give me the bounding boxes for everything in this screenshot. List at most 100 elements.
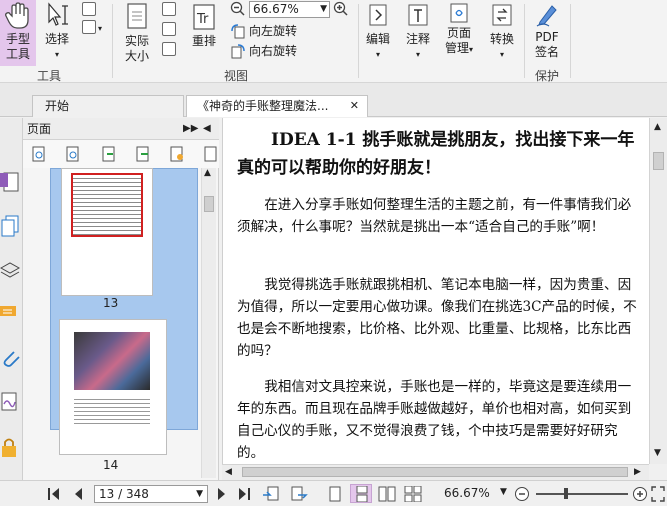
scroll-down-icon[interactable]: ▼: [654, 448, 661, 458]
reflow-button[interactable]: Tr 重排: [186, 0, 222, 66]
page-number-label: 13: [103, 296, 119, 310]
convert-button[interactable]: 转换 ▾: [486, 0, 518, 66]
edit-icon: [369, 4, 387, 26]
cursor-text-icon: [48, 2, 68, 26]
scroll-up-icon[interactable]: ▲: [204, 168, 211, 178]
hand-tool-button[interactable]: 手型 工具: [0, 0, 36, 66]
extract-page-icon[interactable]: [135, 146, 151, 162]
comments-icon[interactable]: [0, 302, 20, 326]
lock-icon[interactable]: [0, 436, 20, 460]
zoom-slider[interactable]: [536, 488, 628, 499]
previous-page-icon[interactable]: [70, 486, 86, 502]
clipboard-dropdown-icon[interactable]: ▾: [98, 21, 102, 36]
fit-width-icon[interactable]: [162, 22, 176, 36]
annotate-button[interactable]: 注释 ▾: [402, 0, 434, 66]
chevron-down-icon[interactable]: ▼: [320, 2, 327, 17]
fit-visible-icon[interactable]: [162, 42, 176, 56]
zoom-level-text: 66.67%: [444, 486, 490, 500]
layers-copy-icon[interactable]: [0, 214, 20, 238]
next-view-icon[interactable]: [290, 486, 308, 502]
first-page-icon[interactable]: [46, 486, 62, 502]
zoom-in-icon[interactable]: [333, 1, 349, 17]
zoom-input[interactable]: 66.67% ▼: [249, 1, 330, 18]
previous-view-icon[interactable]: [262, 486, 280, 502]
edit-label: 编辑: [365, 32, 390, 46]
zoom-in-icon[interactable]: [632, 486, 648, 502]
scroll-right-icon[interactable]: ▶: [634, 467, 641, 477]
scroll-left-icon[interactable]: ◀: [225, 467, 232, 477]
rotate-right-label: 向右旋转: [249, 44, 298, 58]
scroll-up-icon[interactable]: ▲: [654, 122, 661, 132]
chevron-down-icon[interactable]: ▼: [196, 486, 203, 502]
scroll-thumb[interactable]: [653, 152, 664, 170]
zoom-in-page-icon[interactable]: [65, 146, 81, 162]
zoom-slider-handle[interactable]: [564, 488, 568, 499]
page-number-label: 14: [103, 458, 119, 472]
thumbnail-caption: [74, 396, 150, 426]
single-page-view-icon[interactable]: [328, 486, 342, 502]
zoom-dropdown-icon[interactable]: ▼: [500, 487, 507, 497]
select-button[interactable]: 选择 ▾: [40, 0, 74, 66]
tab-start[interactable]: 开始: [32, 95, 184, 117]
collapse-panel-icon[interactable]: ◀: [203, 118, 211, 140]
snapshot-icon[interactable]: [82, 2, 96, 16]
more-page-tools-icon[interactable]: [203, 146, 219, 162]
layers-icon[interactable]: [0, 258, 20, 282]
page-number-input[interactable]: 13 / 348 ▼: [94, 485, 208, 503]
actual-size-label-1: 实际: [124, 34, 149, 48]
navigation-sidebar: [0, 118, 23, 480]
add-page-icon[interactable]: [169, 146, 185, 162]
view-group-label: 视图: [224, 69, 249, 83]
pdf-sign-button[interactable]: PDF 签名: [528, 0, 566, 66]
ribbon-toolbar: 手型 工具 选择 ▾ ▾ 工具 实际 大小 Tr 重排 66.67% ▼ 向左旋…: [0, 0, 667, 83]
close-icon[interactable]: ✕: [350, 96, 359, 116]
facing-view-icon[interactable]: [378, 486, 396, 502]
continuous-view-button[interactable]: [350, 484, 372, 503]
tools-group-label: 工具: [37, 69, 62, 83]
status-bar: 13 / 348 ▼ 66.67% ▼: [0, 480, 667, 506]
scroll-thumb[interactable]: [242, 467, 628, 477]
zoom-out-page-icon[interactable]: [31, 146, 47, 162]
tab-document-label: 《神奇的手账整理魔法...: [197, 99, 329, 113]
page-number-value: 13 / 348: [99, 487, 149, 501]
page-thumbnail-13[interactable]: [61, 168, 153, 296]
zoom-out-icon[interactable]: [230, 1, 246, 17]
actual-size-button[interactable]: 实际 大小: [118, 0, 156, 66]
page-thumbnail-panel: 页面 ▶▶ ◀ 13 14 ▲: [23, 118, 219, 480]
annotate-label: 注释: [405, 32, 430, 46]
tab-start-label: 开始: [45, 99, 70, 113]
document-vertical-scrollbar[interactable]: ▲ ▼: [649, 118, 667, 464]
zoom-out-icon[interactable]: [514, 486, 530, 502]
attachment-icon[interactable]: [0, 346, 20, 370]
pdf-sign-label-2: 签名: [534, 45, 559, 59]
last-page-icon[interactable]: [236, 486, 252, 502]
signature-icon[interactable]: [0, 390, 20, 414]
pdf-sign-label-1: PDF: [535, 30, 559, 44]
clipboard-icon[interactable]: [82, 20, 96, 34]
reflow-icon: Tr: [193, 4, 215, 30]
panel-title: 页面: [27, 122, 52, 136]
annotate-icon: [408, 4, 428, 26]
next-page-icon[interactable]: [214, 486, 230, 502]
document-view[interactable]: IDEA 1-1 挑手账就是挑朋友，找出接下来一年真的可以帮助你的好朋友！ 在进…: [222, 118, 649, 464]
page-manage-button[interactable]: 页面 管理▾: [440, 0, 478, 66]
page-thumbnail-14[interactable]: [59, 319, 167, 455]
svg-text:Tr: Tr: [196, 12, 209, 27]
pages-icon[interactable]: [0, 170, 20, 194]
panel-scrollbar[interactable]: ▲: [201, 168, 216, 478]
fullscreen-icon[interactable]: [651, 486, 665, 502]
panel-toolbar: [23, 140, 219, 168]
document-horizontal-scrollbar[interactable]: ◀ ▶: [222, 464, 649, 480]
page-title: IDEA 1-1 挑手账就是挑朋友，找出接下来一年真的可以帮助你的好朋友！: [237, 130, 635, 178]
insert-page-icon[interactable]: [101, 146, 117, 162]
reflow-label: 重排: [191, 34, 216, 48]
expand-panel-icon[interactable]: ▶▶: [183, 118, 198, 140]
hand-icon: [5, 2, 29, 29]
tab-document[interactable]: 《神奇的手账整理魔法... ✕: [186, 95, 368, 117]
scroll-thumb[interactable]: [204, 196, 214, 212]
continuous-facing-view-icon[interactable]: [404, 486, 422, 502]
document-tab-bar: 开始 《神奇的手账整理魔法... ✕: [0, 83, 667, 117]
edit-button[interactable]: 编辑 ▾: [362, 0, 394, 66]
fit-page-icon[interactable]: [162, 2, 176, 16]
hand-tool-label-1: 手型: [5, 32, 30, 46]
